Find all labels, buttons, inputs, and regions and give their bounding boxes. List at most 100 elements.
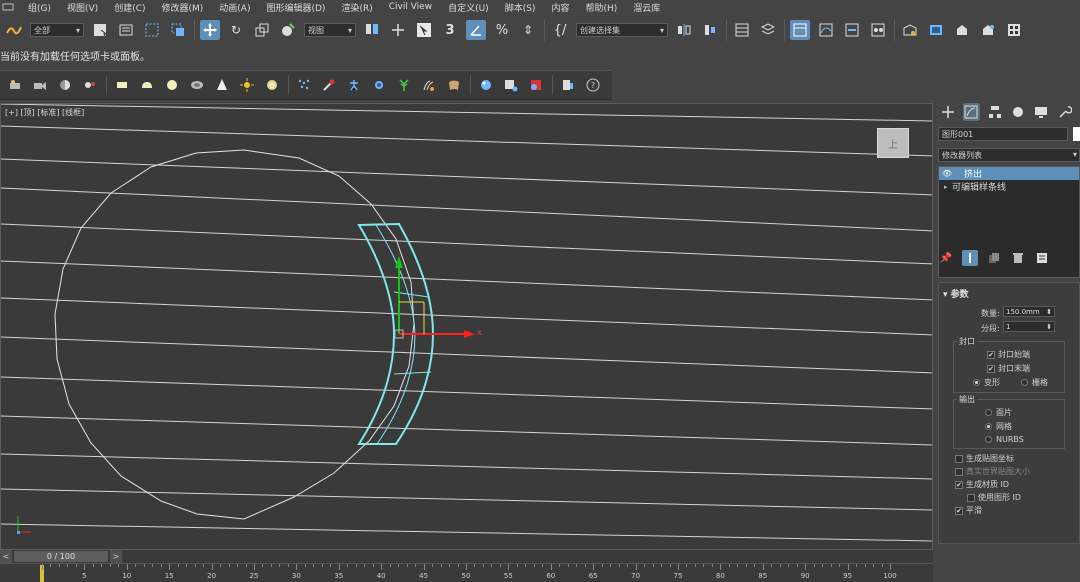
create-tab-icon[interactable] — [940, 103, 956, 121]
checkbox-unchecked-icon[interactable] — [955, 454, 963, 463]
modify-tab-icon[interactable] — [963, 103, 980, 121]
mirror-icon[interactable] — [674, 20, 694, 40]
gen-material-ids-checkbox[interactable]: ✔ 生成材质 ID — [955, 479, 1009, 490]
menu-group[interactable]: 组(G) — [28, 1, 51, 14]
helper-icon[interactable] — [56, 76, 74, 94]
hair-icon[interactable] — [420, 76, 438, 94]
display-tab-icon[interactable] — [1033, 103, 1049, 121]
cap-end-checkbox[interactable]: ✔ 封口末端 — [987, 363, 1030, 374]
menu-animation[interactable]: 动画(A) — [219, 1, 250, 14]
render-setup-icon[interactable] — [900, 20, 920, 40]
angle-snap-icon[interactable] — [466, 20, 486, 40]
select-and-rotate-icon[interactable]: ↻ — [226, 20, 246, 40]
layer-explorer-icon[interactable] — [758, 20, 778, 40]
rendered-frame-window-icon[interactable] — [926, 20, 946, 40]
configure-modifier-sets-icon[interactable] — [1034, 250, 1050, 266]
prev-frame-icon[interactable]: < — [0, 550, 12, 563]
mesh-radio[interactable]: 网格 — [985, 421, 1012, 432]
radio-off-icon[interactable] — [985, 436, 992, 443]
omni-light-icon[interactable] — [263, 76, 281, 94]
morph-radio[interactable]: 变形 — [973, 377, 1000, 388]
menu-content[interactable]: 内容 — [551, 1, 569, 14]
radio-off-icon[interactable] — [1021, 379, 1028, 386]
spinner-arrows-icon[interactable]: ⬍ — [1046, 308, 1052, 316]
help-icon[interactable]: ? — [584, 76, 602, 94]
snaps-toggle-icon[interactable]: 3 — [440, 20, 460, 40]
expand-arrow-icon[interactable]: ▸ — [942, 183, 952, 191]
radio-off-icon[interactable] — [985, 409, 992, 416]
camera-icon[interactable] — [31, 76, 49, 94]
menu-help[interactable]: 帮助(H) — [585, 1, 617, 14]
sun-light-icon[interactable] — [238, 76, 256, 94]
app-icon[interactable] — [2, 2, 14, 12]
select-and-place-icon[interactable] — [278, 20, 298, 40]
render-production-icon[interactable] — [952, 20, 972, 40]
toggle-ribbon-icon[interactable] — [790, 20, 810, 40]
render-active-icon[interactable] — [527, 76, 545, 94]
select-and-move-icon[interactable] — [200, 20, 220, 40]
named-selection-dropdown[interactable]: 创建选择集 ▾ — [576, 23, 668, 37]
render-iterative-icon[interactable] — [978, 20, 998, 40]
next-frame-icon[interactable]: > — [110, 550, 122, 563]
percent-snap-icon[interactable]: % — [492, 20, 512, 40]
checkbox-unchecked-icon[interactable] — [967, 493, 975, 502]
scene-explorer-icon[interactable] — [732, 20, 752, 40]
time-slider-thumb[interactable]: 0 / 100 — [14, 551, 108, 562]
patch-radio[interactable]: 面片 — [985, 407, 1012, 418]
viewcube[interactable]: 上 — [877, 128, 909, 158]
menu-cloud-library[interactable]: 溜云库 — [633, 1, 660, 14]
smooth-checkbox[interactable]: ✔ 平滑 — [955, 505, 982, 516]
material-sphere-icon[interactable] — [477, 76, 495, 94]
object-color-swatch[interactable] — [1073, 127, 1080, 141]
select-object-icon[interactable] — [90, 20, 110, 40]
selection-filter-dropdown[interactable]: 全部 ▾ — [30, 23, 84, 37]
checkbox-checked-icon[interactable]: ✔ — [987, 364, 995, 373]
checkbox-checked-icon[interactable]: ✔ — [955, 480, 963, 489]
make-unique-icon[interactable] — [986, 250, 1002, 266]
motion-tab-icon[interactable] — [1010, 103, 1026, 121]
menu-rendering[interactable]: 渲染(R) — [341, 1, 372, 14]
stack-item-editable-spline[interactable]: ▸ 可编辑样条线 — [939, 180, 1079, 194]
sphere-icon[interactable] — [163, 76, 181, 94]
eye-icon[interactable]: 👁 — [942, 169, 952, 178]
select-by-name-icon[interactable] — [116, 20, 136, 40]
reference-coordinate-dropdown[interactable]: 视图 ▾ — [304, 23, 356, 37]
spinner-snap-icon[interactable]: ⇕ — [518, 20, 538, 40]
utilities-icon[interactable] — [559, 76, 577, 94]
utilities-tab-icon[interactable] — [1057, 103, 1073, 121]
render-cloud-icon[interactable] — [1004, 20, 1024, 40]
hierarchy-tab-icon[interactable] — [987, 103, 1003, 121]
move-gizmo[interactable] — [394, 256, 475, 339]
spinner-arrows-icon[interactable]: ⬍ — [1046, 323, 1052, 331]
menu-create[interactable]: 创建(C) — [114, 1, 145, 14]
spacewarp-icon[interactable] — [81, 76, 99, 94]
render-frame-icon[interactable] — [502, 76, 520, 94]
pivot-center-icon[interactable] — [362, 20, 382, 40]
align-icon[interactable] — [700, 20, 720, 40]
foliage-icon[interactable] — [395, 76, 413, 94]
modifier-list-dropdown[interactable]: 修改器列表 ▾ — [938, 148, 1080, 162]
remove-modifier-icon[interactable] — [1010, 250, 1026, 266]
geosphere-icon[interactable] — [188, 76, 206, 94]
window-crossing-icon[interactable] — [168, 20, 188, 40]
menu-scripting[interactable]: 脚本(S) — [505, 1, 536, 14]
cat-icon[interactable] — [370, 76, 388, 94]
radio-on-icon[interactable] — [985, 423, 992, 430]
use-shape-ids-checkbox[interactable]: 使用图形 ID — [967, 492, 1021, 503]
menu-civil-view[interactable]: Civil View — [389, 2, 432, 12]
material-editor-icon[interactable] — [868, 20, 888, 40]
particle-icon[interactable] — [295, 76, 313, 94]
show-end-result-icon[interactable] — [962, 250, 978, 266]
menu-views[interactable]: 视图(V) — [67, 1, 98, 14]
top-viewport[interactable]: [+] [顶] [标准] [线框] 上 x — [0, 103, 933, 550]
menu-customize[interactable]: 自定义(U) — [448, 1, 489, 14]
menu-graph-editors[interactable]: 图形编辑器(D) — [266, 1, 325, 14]
plane-icon[interactable] — [113, 76, 131, 94]
segments-spinner[interactable]: 1 ⬍ — [1003, 321, 1055, 332]
real-world-map-size-checkbox[interactable]: 真实世界贴图大小 — [955, 466, 1030, 477]
select-and-scale-icon[interactable] — [252, 20, 272, 40]
track-bar[interactable]: 5 10 15 20 25 30 35 40 45 50 55 60 65 70 75 80 85 90 95 100 — [0, 563, 933, 582]
select-manipulate-icon[interactable] — [388, 20, 408, 40]
box-icon[interactable] — [138, 76, 156, 94]
edit-named-selection-icon[interactable]: {/ — [550, 20, 570, 40]
